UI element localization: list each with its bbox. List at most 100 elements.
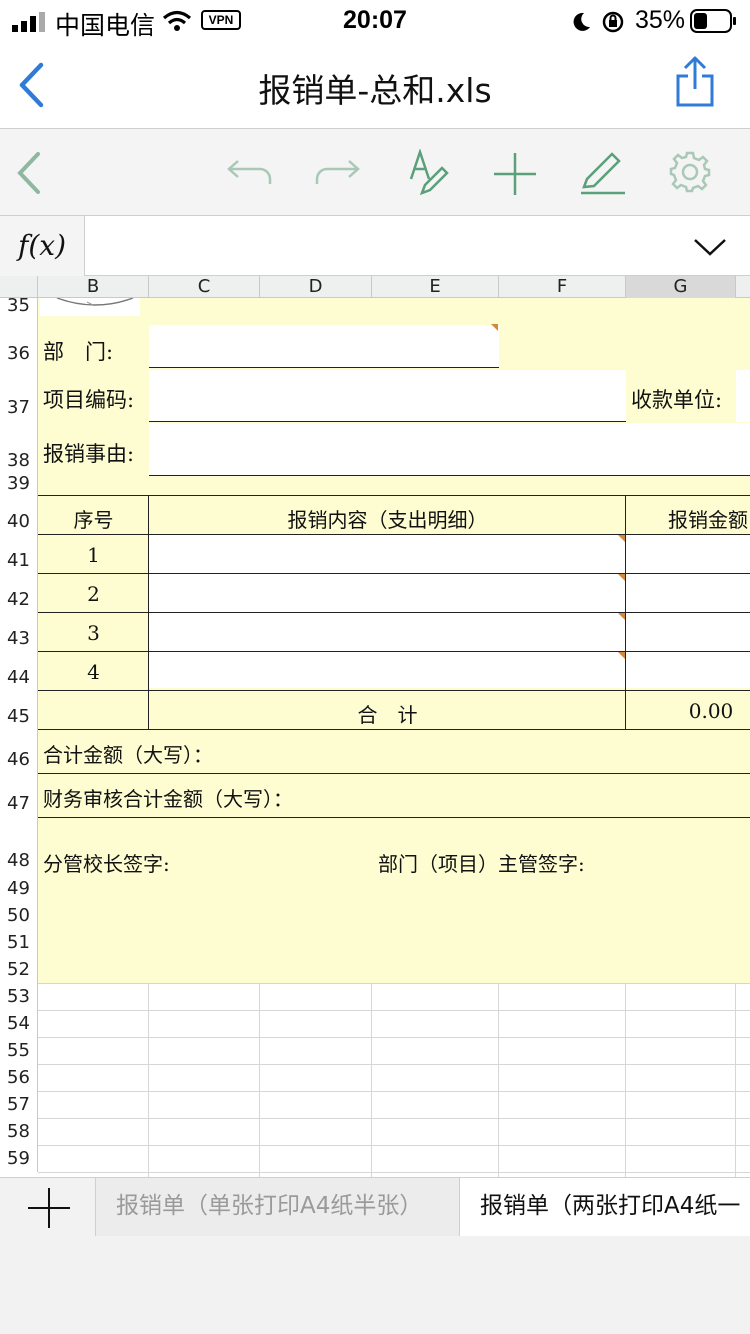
row-header[interactable]: 45 — [0, 690, 38, 729]
grid-line — [38, 1064, 750, 1065]
sheet-tab-bar: 报销单（单张打印A4纸半张） 报销单（两张打印A4纸一 — [0, 1177, 750, 1237]
grid-line — [259, 983, 260, 1177]
grid-line — [148, 983, 149, 1177]
audit-words-label: 财务审核合计金额（大写）： — [43, 787, 293, 811]
add-sheet-button[interactable] — [0, 1178, 96, 1237]
grid-line — [38, 1172, 750, 1173]
item-seq-1: 1 — [87, 543, 100, 567]
row-header[interactable]: 54 — [0, 1010, 38, 1037]
row-header[interactable]: 58 — [0, 1118, 38, 1145]
column-header-b[interactable]: B — [38, 276, 149, 298]
row-header[interactable]: 43 — [0, 612, 38, 651]
table-border — [38, 729, 750, 730]
reason-input-cell[interactable] — [149, 423, 750, 475]
payee-label: 收款单位: — [631, 388, 723, 412]
row-header[interactable]: 51 — [0, 929, 38, 956]
row-border — [38, 817, 750, 818]
column-header-g[interactable]: G — [626, 276, 736, 298]
table-border — [38, 495, 750, 496]
row-header[interactable]: 39 — [0, 475, 38, 495]
row-header[interactable]: 57 — [0, 1091, 38, 1118]
school-seal-icon — [56, 298, 134, 306]
row-header[interactable]: 47 — [0, 773, 38, 817]
row-header[interactable]: 56 — [0, 1064, 38, 1091]
column-header-f[interactable]: F — [499, 276, 626, 298]
total-label: 合 计 — [357, 703, 418, 727]
table-border — [148, 495, 149, 729]
item-seq-4: 4 — [87, 660, 100, 684]
payee-input-cell[interactable] — [736, 370, 750, 422]
row-header[interactable]: 41 — [0, 534, 38, 573]
formula-input[interactable] — [86, 216, 676, 276]
row-header[interactable]: 49 — [0, 875, 38, 902]
grid-line — [735, 983, 736, 1177]
orientation-lock-icon — [602, 11, 624, 33]
text-format-icon[interactable] — [408, 149, 450, 197]
fx-button[interactable]: f(x) — [0, 216, 85, 276]
project-code-label: 项目编码: — [43, 388, 135, 412]
row-header[interactable]: 36 — [0, 314, 38, 370]
settings-icon[interactable] — [668, 150, 712, 194]
dept-label: 部 门: — [43, 340, 114, 364]
column-header-d[interactable]: D — [260, 276, 372, 298]
sheet-tab-single[interactable]: 报销单（单张打印A4纸半张） — [96, 1178, 460, 1237]
row-header[interactable]: 55 — [0, 1037, 38, 1064]
battery-percent: 35% — [635, 6, 686, 34]
row-header[interactable]: 50 — [0, 902, 38, 929]
share-icon[interactable] — [674, 56, 716, 108]
grid-line — [38, 1010, 750, 1011]
sheet-grid[interactable]: 部 门: 项目编码: 收款单位: 报销事由: 序号 报销内容（支出明细） 报销金… — [0, 298, 750, 1177]
battery-icon — [690, 9, 736, 33]
chevron-down-icon[interactable] — [692, 236, 728, 258]
column-header-e[interactable]: E — [372, 276, 499, 298]
insert-icon[interactable] — [492, 151, 538, 197]
row-header[interactable]: 44 — [0, 651, 38, 690]
redo-icon[interactable] — [313, 157, 361, 187]
table-border — [38, 651, 750, 652]
undo-icon[interactable] — [226, 157, 274, 187]
dept-underline — [149, 367, 499, 368]
select-all-corner[interactable] — [0, 276, 38, 298]
header-content: 报销内容（支出明细） — [287, 508, 488, 532]
grid-line — [38, 1145, 750, 1146]
row-header[interactable]: 40 — [0, 495, 38, 534]
table-border — [38, 573, 750, 574]
reason-underline — [149, 475, 750, 476]
edit-toolbar — [0, 129, 750, 216]
row-header[interactable]: 35 — [0, 298, 38, 315]
row-header[interactable]: 59 — [0, 1145, 38, 1172]
formula-bar: f(x) — [0, 216, 750, 276]
column-header-bar: B C D E F G — [0, 276, 750, 298]
project-underline — [149, 421, 626, 422]
dept-input-cell[interactable] — [149, 325, 499, 367]
pen-icon[interactable] — [578, 149, 628, 197]
header-seq: 序号 — [73, 508, 114, 532]
column-header-c[interactable]: C — [149, 276, 260, 298]
sheet-tab-double[interactable]: 报销单（两张打印A4纸一 — [460, 1178, 750, 1237]
row-header[interactable]: 38 — [0, 423, 38, 476]
bottom-area — [0, 1236, 750, 1334]
item-seq-2: 2 — [87, 582, 100, 606]
row-border — [38, 773, 750, 774]
row35-fill — [190, 298, 600, 301]
back-icon[interactable] — [14, 151, 44, 195]
moon-icon — [573, 12, 590, 31]
project-code-input-cell[interactable] — [149, 370, 626, 422]
row-header[interactable]: 52 — [0, 956, 38, 983]
row-header[interactable]: 46 — [0, 729, 38, 773]
document-title: 报销单-总和.xls — [258, 71, 492, 110]
comment-marker — [618, 574, 625, 581]
row-header[interactable]: 42 — [0, 573, 38, 612]
table-border — [38, 612, 750, 613]
grid-line — [371, 983, 372, 1177]
table-border — [38, 690, 750, 691]
amount-words-label: 合计金额（大写）： — [43, 743, 213, 767]
header-amount: 报销金额 — [668, 508, 748, 532]
row-header[interactable]: 48 — [0, 817, 38, 875]
item-seq-3: 3 — [87, 621, 100, 645]
row-header[interactable]: 37 — [0, 370, 38, 423]
status-bar: 中国电信 VPN 20:07 35% — [0, 0, 750, 42]
row-header[interactable]: 53 — [0, 983, 38, 1010]
grid-line — [38, 1118, 750, 1119]
grid-line — [625, 983, 626, 1177]
